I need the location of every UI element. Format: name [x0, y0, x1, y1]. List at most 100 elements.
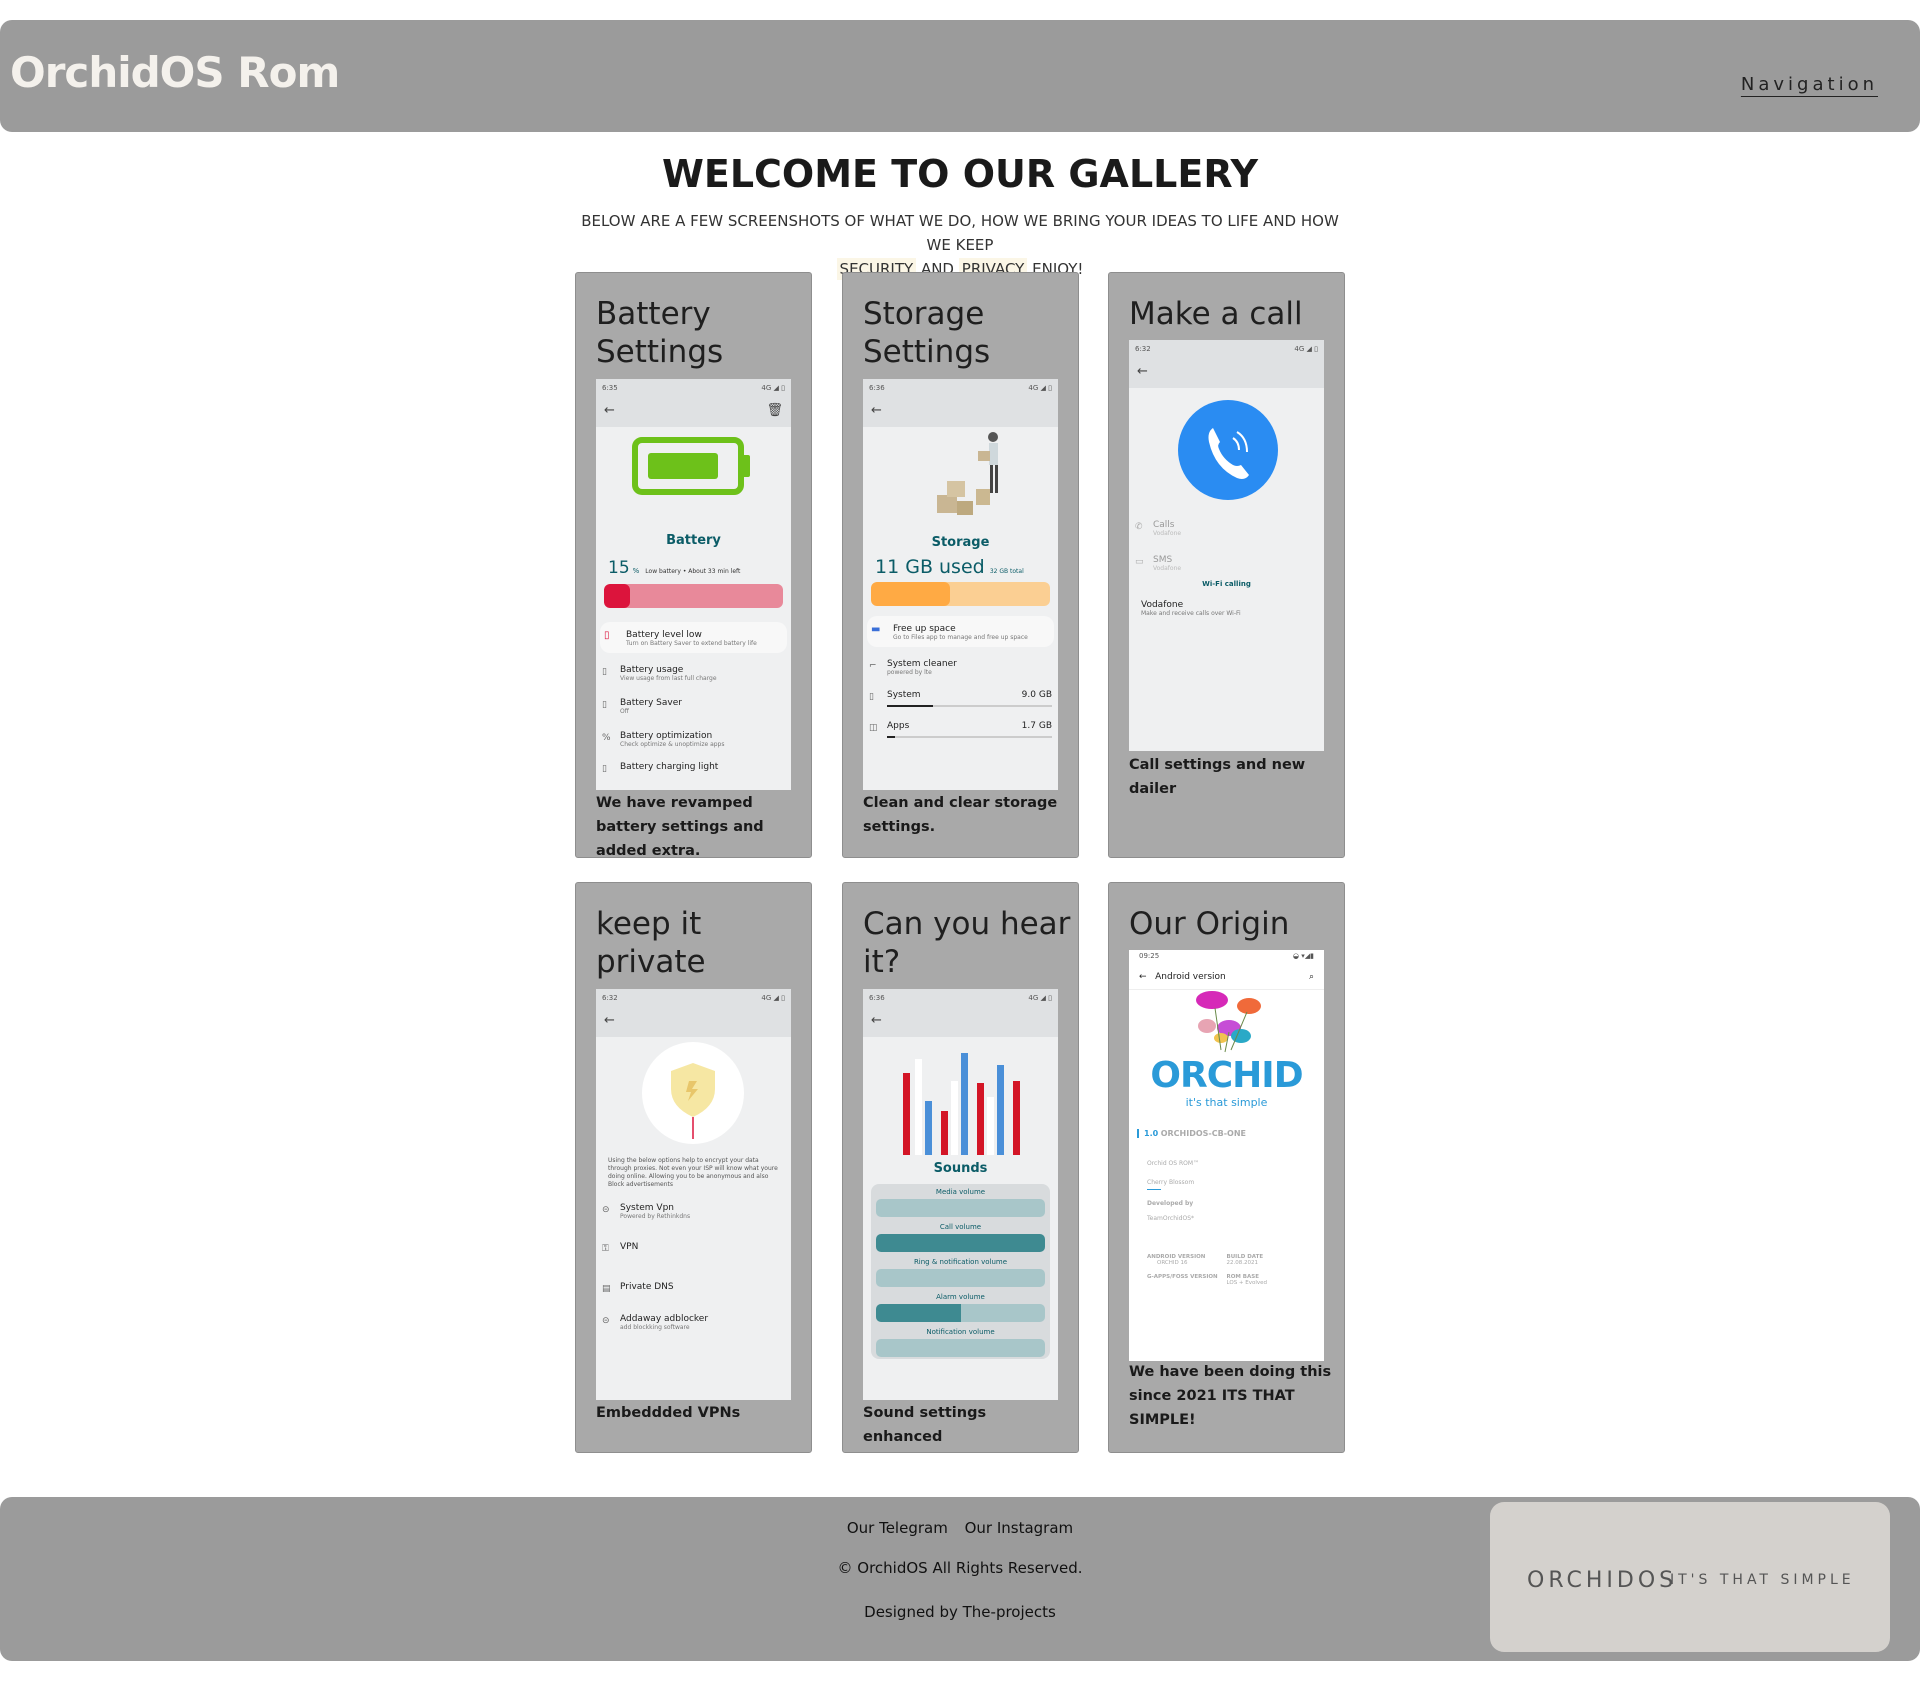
toolbar: ← [863, 1007, 1058, 1037]
android-version-screenshot: 09:25 ◒ ▾◢▮ ← Android version ⌕ ORCHID it… [1129, 950, 1324, 1361]
storage-system-row[interactable]: ▯ System 9.0 GB [863, 690, 1058, 707]
private-dns-row[interactable]: ▤ Private DNS [596, 1282, 791, 1294]
card-title: keep it private [596, 906, 706, 980]
media-volume[interactable]: Media volume [876, 1188, 1045, 1217]
row-subtitle: View usage from last full charge [620, 675, 717, 682]
notification-volume[interactable]: Notification volume [876, 1328, 1045, 1357]
rom-details-grid: ANDROID VERSION ORCHID 16 BUILD DATE 22.08… [1129, 1254, 1324, 1286]
battery-usage-icon: ▯ [602, 667, 607, 677]
back-arrow-icon: ← [871, 403, 882, 418]
page-title: WELCOME TO OUR GALLERY [661, 152, 1259, 196]
ring-volume[interactable]: Ring & notification volume [876, 1258, 1045, 1287]
battery-alert-icon: ▯ [604, 630, 610, 641]
badge-brand: ORCHIDOS [1527, 1568, 1678, 1593]
system-usage-bar [887, 705, 1052, 707]
card-origin: Our Origin 09:25 ◒ ▾◢▮ ← Android version … [1108, 882, 1345, 1453]
row-title: Battery charging light [620, 762, 719, 772]
percent-icon: % [602, 733, 611, 743]
system-cleaner-row[interactable]: ⌐ System cleaner powered by lte [863, 659, 1058, 676]
card-sounds: Can you hear it? 6:36 4G ◢ ▯ ← Sounds Med… [842, 882, 1079, 1453]
back-arrow-icon: ← [604, 1013, 615, 1028]
grid-value: LOS + Evolved [1226, 1280, 1268, 1286]
apps-icon: ◫ [869, 723, 878, 733]
battery-charging-light-row[interactable]: ▯ Battery charging light [596, 762, 791, 774]
storage-apps-row[interactable]: ◫ Apps 1.7 GB [863, 721, 1058, 738]
boxes-illustration-icon [937, 432, 998, 515]
battery-optimization-row[interactable]: % Battery optimization Check optimize & un… [596, 731, 791, 748]
sounds-heading: Sounds [933, 1161, 988, 1176]
search-icon: ⌕ [1308, 972, 1314, 982]
dns-icon: ▤ [602, 1284, 611, 1294]
files-icon: ▬ [871, 624, 881, 635]
card-title: Can you hear it? [863, 906, 1071, 980]
card-battery: Battery Settings 6:35 4G ◢ ▯ ← 🗑 Battery 1… [575, 272, 812, 859]
row-subtitle: Check optimize & unoptimize apps [620, 741, 725, 748]
sms-row[interactable]: ▭ SMS Vodafone [1129, 555, 1324, 572]
slider-label: Notification volume [926, 1328, 995, 1336]
rom-codename: Cherry Blossom [1147, 1179, 1195, 1186]
card-storage: Storage Settings 6:36 4G ◢ ▯ ← Storage 11… [842, 272, 1079, 858]
instagram-link[interactable]: Our Instagram [965, 1519, 1074, 1537]
row-title: SMS [1153, 555, 1173, 565]
row-subtitle: Turn on Battery Saver to extend battery … [626, 640, 757, 647]
block-icon: ⊝ [602, 1316, 610, 1326]
navigation-link[interactable]: Navigation [1741, 74, 1878, 95]
carrier-row[interactable]: Vodafone Make and receive calls over Wi-… [1129, 600, 1324, 617]
telegram-link[interactable]: Our Telegram [847, 1519, 948, 1537]
toolbar: ← Android version ⌕ [1129, 968, 1324, 990]
phone-icon: ✆ [1135, 522, 1143, 532]
vpn-description: Using the below options help to encrypt … [608, 1157, 778, 1188]
row-subtitle: Vodafone [1153, 565, 1182, 572]
status-bar: 09:25 ◒ ▾◢▮ [1139, 952, 1314, 960]
row-value: 9.0 GB [1021, 690, 1052, 700]
battery-warning-row[interactable]: ▯ Battery level low Turn on Battery Saver… [600, 622, 787, 653]
phone-call-icon [1178, 400, 1278, 500]
system-vpn-row[interactable]: ⊝ System Vpn Powered by Rethinkdns [596, 1203, 791, 1220]
apps-usage-bar [887, 736, 1052, 738]
card-caption: Call settings and new dailer [1129, 757, 1306, 797]
card-caption: Clean and clear storage settings. [863, 795, 1058, 835]
badge-slogan: IT'S THAT SIMPLE [1670, 1572, 1855, 1588]
call-volume[interactable]: Call volume [876, 1223, 1045, 1252]
slider-label: Media volume [935, 1188, 986, 1196]
row-title: Battery level low [626, 630, 702, 640]
card-title: Storage Settings [863, 296, 991, 370]
row-subtitle: Go to Files app to manage and free up sp… [893, 634, 1028, 641]
row-title: Battery optimization [620, 731, 713, 741]
toolbar: ← [1129, 358, 1324, 388]
back-arrow-icon: ← [604, 403, 615, 418]
vpn-row[interactable]: ⚿ VPN [596, 1242, 791, 1254]
slider-label: Alarm volume [936, 1293, 985, 1301]
status-bar: 6:35 4G ◢ ▯ [596, 379, 791, 397]
free-up-space-row[interactable]: ▬ Free up space Go to Files app to manage… [867, 616, 1054, 647]
version-number: 1.0 [1144, 1129, 1159, 1138]
slider-label: Call volume [939, 1223, 982, 1231]
storage-total: 32 GB total [989, 568, 1024, 575]
row-subtitle: add blockking software [620, 1324, 690, 1331]
storage-bar [871, 582, 1050, 606]
storage-used: 11 GB used [875, 556, 985, 578]
row-title: Addaway adblocker [620, 1314, 709, 1324]
row-title: VPN [620, 1242, 639, 1252]
logo-tagline: it's that simple [1185, 1096, 1268, 1109]
row-title: Private DNS [620, 1282, 674, 1292]
storage-heading: Storage [931, 535, 990, 550]
row-subtitle: Off [620, 708, 629, 715]
card-private: keep it private 6:32 4G ◢ ▯ ← Using the b… [575, 882, 812, 1453]
calls-row[interactable]: ✆ Calls Vodafone [1129, 520, 1324, 537]
shield-icon [642, 1042, 744, 1144]
card-title: Our Origin [1129, 906, 1290, 942]
alarm-volume[interactable]: Alarm volume [876, 1293, 1045, 1322]
brand-logo[interactable]: OrchidOS Rom [10, 48, 340, 97]
card-caption: We have been doing this since 2021 ITS T… [1129, 1364, 1332, 1428]
rom-info: Orchid OS ROM™ Cherry Blossom Developed … [1129, 1160, 1324, 1222]
row-title: System Vpn [620, 1203, 674, 1213]
battery-percent: 15 [608, 558, 630, 578]
row-title: Battery Saver [620, 698, 682, 708]
card-title: Battery Settings [596, 296, 724, 370]
battery-usage-row[interactable]: ▯ Battery usage View usage from last full … [596, 665, 791, 682]
footer-badge: ORCHIDOS IT'S THAT SIMPLE [1490, 1502, 1890, 1652]
adblocker-row[interactable]: ⊝ Addaway adblocker add blockking software [596, 1314, 791, 1331]
battery-saver-row[interactable]: ▯ Battery Saver Off [596, 698, 791, 715]
row-subtitle: Powered by Rethinkdns [620, 1213, 691, 1220]
